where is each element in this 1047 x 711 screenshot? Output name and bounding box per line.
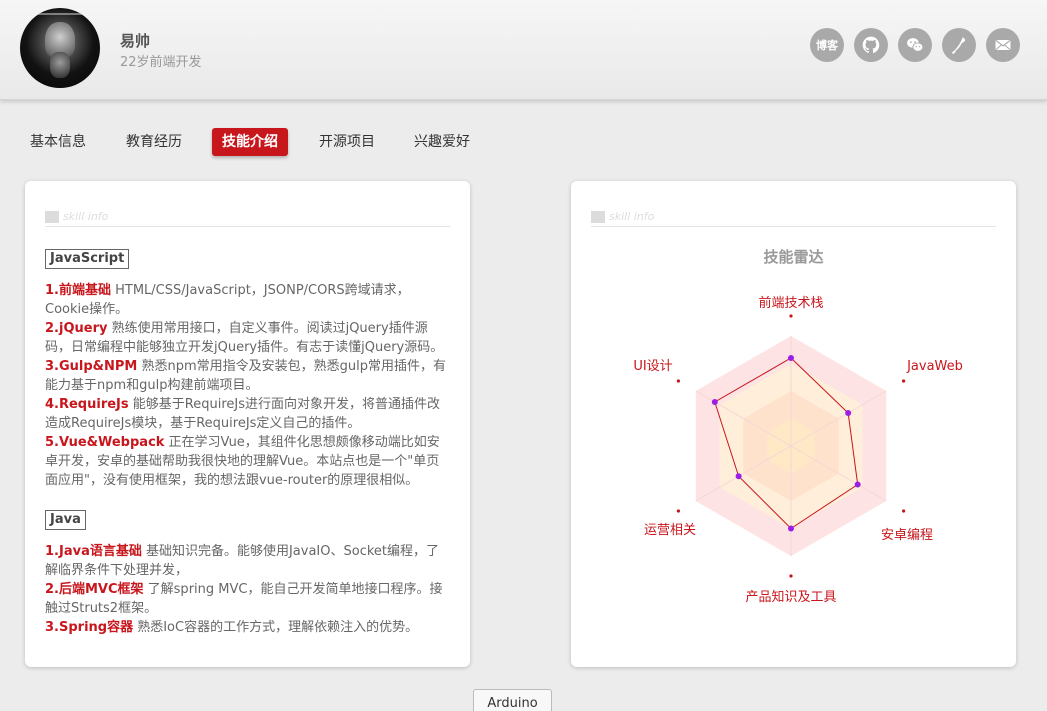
wechat-icon[interactable] — [898, 28, 932, 62]
radar-indicator-label: 前端技术栈 — [758, 295, 823, 311]
skill-list[interactable]: JavaScript 1.前端基础 HTML/CSS/JavaScript，JS… — [45, 247, 450, 667]
avatar-hand — [50, 52, 70, 78]
list-item: 2.后端MVC框架 了解spring MVC，能自己开发简单地接口程序。接触过S… — [45, 580, 450, 618]
header-square-icon — [45, 211, 59, 223]
item-key: 3.Gulp&NPM — [45, 359, 138, 374]
radar-indicator-label: 运营相关 — [644, 523, 696, 538]
list-item: 3.Spring容器 熟悉IoC容器的工作方式，理解依赖注入的优势。 — [45, 618, 450, 637]
profile-header: 易帅 22岁前端开发 博客 — [0, 0, 1047, 100]
avatar-caption-strip — [37, 13, 83, 15]
profile-subtitle: 22岁前端开发 — [120, 55, 202, 70]
item-key: 1.前端基础 — [45, 283, 111, 298]
item-key: 1.Java语言基础 — [45, 544, 142, 559]
mail-icon[interactable] — [986, 28, 1020, 62]
avatar — [20, 8, 100, 88]
item-key: 2.后端MVC框架 — [45, 582, 144, 597]
item-key: 4.RequireJs — [45, 397, 129, 412]
item-key: 5.Vue&Webpack — [45, 435, 165, 450]
skill-radar-chart: 前端技术栈 JavaWeb 安卓编程产品知识及工具 运营相关 UI设计 — [633, 295, 963, 605]
radar-axis-dot — [676, 509, 681, 513]
radar-axis-dot — [901, 379, 906, 383]
section-title-java: Java — [45, 510, 86, 530]
radar-axis-dot — [901, 509, 906, 513]
radar-indicator-label: UI设计 — [633, 359, 672, 374]
tab-basic-info[interactable]: 基本信息 — [30, 128, 86, 156]
skill-card: skill info JavaScript 1.前端基础 HTML/CSS/Ja… — [25, 181, 470, 667]
radar-card: skill info 技能雷达 前端技术栈 JavaWeb 安卓编程 产品知识及工具运… — [571, 181, 1016, 667]
profile-name: 易帅 — [120, 32, 151, 50]
section-title-javascript: JavaScript — [45, 249, 130, 269]
github-icon[interactable] — [854, 28, 888, 62]
item-key: 3.Spring容器 — [45, 620, 134, 635]
radar-indicator-label: 产品知识及工具 — [745, 589, 836, 605]
arduino-button[interactable]: Arduino — [473, 689, 552, 711]
list-item: 1.Java语言基础 基础知识完备。能够使用JavaIO、Socket编程，了解… — [45, 542, 450, 580]
phone-icon[interactable] — [942, 28, 976, 62]
radar-point — [845, 410, 852, 416]
radar-indicator-label: 安卓编程 — [881, 528, 933, 543]
radar-axis-dot — [789, 574, 793, 578]
radar-point — [735, 473, 742, 480]
card-header-label: skill info — [63, 210, 109, 223]
list-item: 3.Gulp&NPM 熟悉npm常用指令及安装包，熟悉gulp常用插件，有能力基… — [45, 357, 450, 395]
tab-hobbies[interactable]: 兴趣爱好 — [414, 128, 470, 156]
radar-point — [788, 355, 794, 361]
tab-open-source[interactable]: 开源项目 — [319, 128, 375, 156]
radar-axis-dot — [789, 314, 793, 318]
radar-point — [711, 399, 718, 405]
item-text: 熟悉IoC容器的工作方式，理解依赖注入的优势。 — [133, 620, 419, 635]
list-item: 1.前端基础 HTML/CSS/JavaScript，JSONP/CORS跨域请… — [45, 281, 450, 319]
radar-point — [788, 525, 794, 532]
tab-education[interactable]: 教育经历 — [126, 128, 182, 156]
blog-icon[interactable]: 博客 — [810, 28, 844, 62]
item-key: 2.jQuery — [45, 321, 108, 336]
card-header: skill info — [45, 210, 450, 227]
radar-point — [854, 481, 861, 488]
radar-axis-dot — [676, 379, 681, 383]
list-item: 2.jQuery 熟练使用常用接口，自定义事件。阅读过jQuery插件源码，日常… — [45, 319, 450, 357]
radar-indicator-label: JavaWeb — [906, 359, 963, 374]
blog-label: 博客 — [816, 39, 838, 52]
tab-skills[interactable]: 技能介绍 — [212, 128, 288, 156]
list-item: 4.RequireJs 能够基于RequireJs进行面向对象开发，将普通插件改… — [45, 395, 450, 433]
list-item: 5.Vue&Webpack 正在学习Vue，其组件化思想颇像移动端比如安卓开发，… — [45, 433, 450, 490]
